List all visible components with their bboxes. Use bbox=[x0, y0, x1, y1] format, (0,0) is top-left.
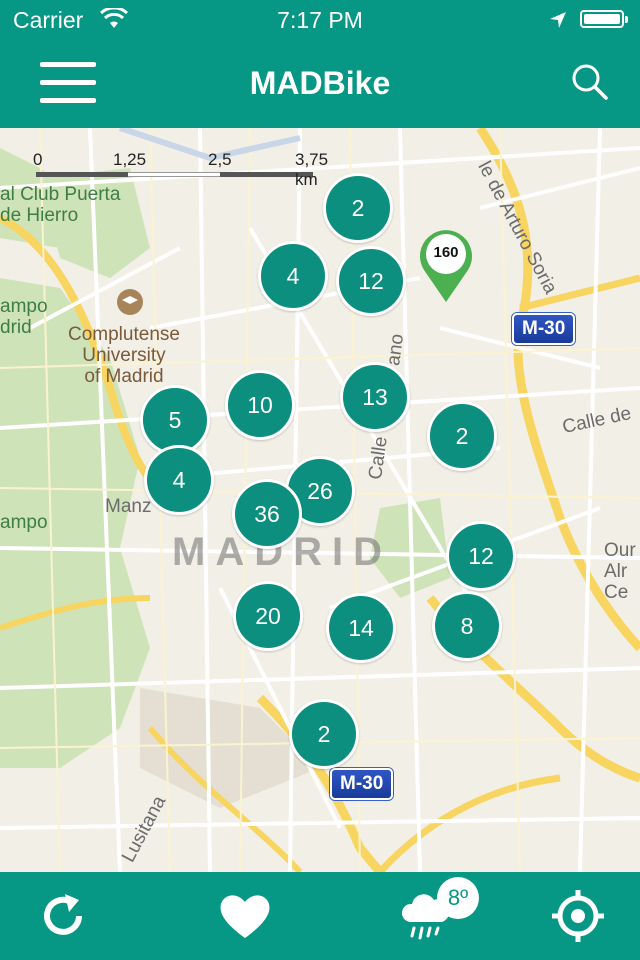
map-label-manz: Manz bbox=[105, 496, 152, 517]
map-label-club: al Club Puerta de Hierro bbox=[0, 184, 121, 226]
location-arrow-icon bbox=[548, 9, 568, 36]
favorites-button[interactable] bbox=[215, 888, 275, 944]
station-cluster[interactable]: 8 bbox=[432, 591, 502, 661]
scale-segment bbox=[36, 172, 128, 177]
scale-tick: 0 bbox=[33, 150, 43, 169]
map-label-ourense: Our Alr Ce bbox=[604, 540, 636, 603]
app-screen: Carrier 7:17 PM MADBike 0 1,25 2,5 3,75 … bbox=[0, 0, 640, 960]
refresh-button[interactable] bbox=[33, 888, 93, 944]
station-cluster[interactable]: 12 bbox=[336, 246, 406, 316]
station-cluster[interactable]: 4 bbox=[258, 241, 328, 311]
university-icon bbox=[117, 289, 143, 315]
pin-count-label: 160 bbox=[433, 244, 459, 261]
station-cluster[interactable]: 36 bbox=[232, 479, 302, 549]
map-label-campo-1: ampo drid bbox=[0, 296, 48, 338]
map-label-university: Complutense University of Madrid bbox=[68, 324, 180, 387]
station-cluster[interactable]: 10 bbox=[225, 370, 295, 440]
app-title: MADBike bbox=[249, 65, 391, 101]
search-button[interactable] bbox=[570, 62, 610, 107]
temperature-badge: 8º bbox=[437, 877, 479, 919]
crosshair-icon bbox=[552, 890, 604, 942]
map-label-campo-2: ampo bbox=[0, 512, 48, 533]
road-badge: M-30 bbox=[512, 313, 576, 345]
bottom-toolbar bbox=[0, 872, 640, 960]
station-cluster[interactable]: 12 bbox=[446, 521, 516, 591]
clock: 7:17 PM bbox=[277, 7, 363, 33]
station-cluster[interactable]: 20 bbox=[233, 581, 303, 651]
battery-icon bbox=[580, 10, 628, 28]
station-cluster[interactable]: 2 bbox=[323, 173, 393, 243]
station-cluster[interactable]: 2 bbox=[427, 401, 497, 471]
scale-tick: 2,5 bbox=[208, 150, 232, 169]
refresh-icon bbox=[44, 894, 82, 935]
map-scale: 0 1,25 2,5 3,75 km bbox=[33, 148, 328, 189]
station-cluster[interactable]: 13 bbox=[340, 362, 410, 432]
locate-me-button[interactable] bbox=[548, 888, 608, 944]
map-pin-icon bbox=[420, 230, 472, 302]
search-icon bbox=[572, 64, 608, 100]
map-label-street: ano bbox=[383, 332, 409, 367]
navigation-bar: MADBike bbox=[0, 40, 640, 128]
scale-segment bbox=[128, 172, 220, 177]
map-view[interactable]: 0 1,25 2,5 3,75 km al Club Puerta de Hie… bbox=[0, 128, 640, 872]
scale-tick: 3,75 km bbox=[295, 150, 329, 189]
road-badge: M-30 bbox=[330, 768, 394, 800]
station-cluster[interactable]: 4 bbox=[144, 445, 214, 515]
station-cluster[interactable]: 14 bbox=[326, 593, 396, 663]
station-pin[interactable]: 160 bbox=[415, 226, 477, 304]
status-bar: Carrier 7:17 PM bbox=[0, 0, 640, 40]
station-cluster[interactable]: 2 bbox=[289, 699, 359, 769]
scale-tick: 1,25 bbox=[113, 150, 147, 169]
heart-icon bbox=[220, 895, 270, 938]
